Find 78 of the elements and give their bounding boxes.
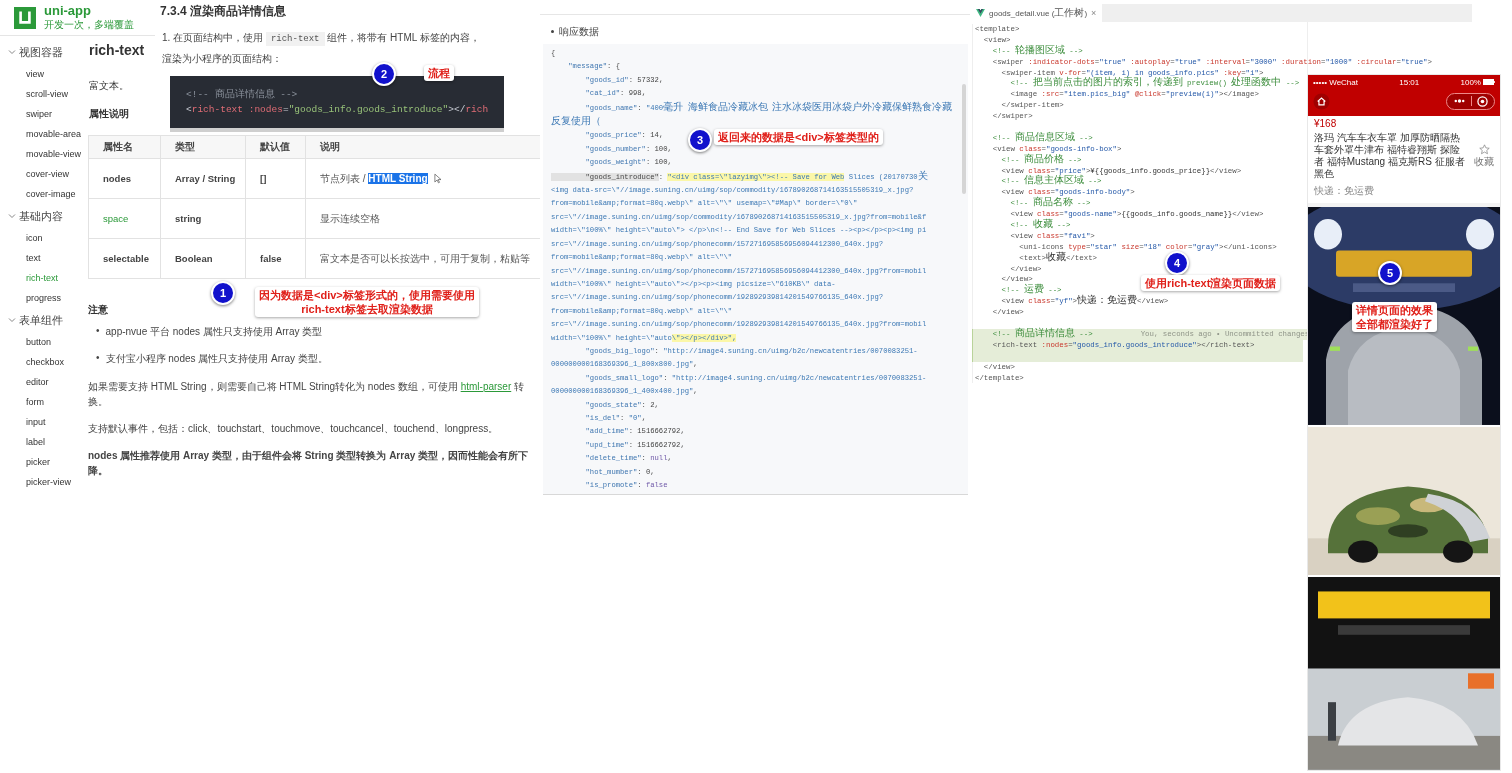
table-cell: 节点列表 / HTML String bbox=[320, 171, 428, 186]
home-icon[interactable] bbox=[1313, 92, 1330, 110]
vue-logo-icon bbox=[976, 9, 985, 17]
nav-item[interactable]: progress bbox=[0, 288, 85, 308]
nav-item[interactable]: button bbox=[0, 332, 85, 352]
table-cell: Array / String bbox=[160, 159, 245, 198]
nav-item[interactable]: cover-image bbox=[0, 184, 85, 204]
bullet-marker: • bbox=[96, 352, 100, 365]
nav-item[interactable]: swiper bbox=[0, 104, 85, 124]
annotation-callout: 因为数据是<div>标签形式的，使用需要使用 rich-text标签去取渲染数据 bbox=[255, 287, 479, 317]
performance-note: nodes 属性推荐使用 Array 类型，由于组件会将 String 类型转换为 Array 类型，因而性能会有所下降。 bbox=[88, 449, 530, 478]
nav-item[interactable]: input bbox=[0, 412, 85, 432]
column-header: 默认值 bbox=[245, 136, 305, 158]
nav-item[interactable]: scroll-view bbox=[0, 84, 85, 104]
html-parser-link[interactable]: html-parser bbox=[460, 381, 512, 392]
step-number-badge: 2 bbox=[372, 62, 396, 86]
notes-heading: 注意 bbox=[88, 303, 108, 317]
brand-name: uni-app bbox=[44, 3, 92, 18]
nav-item[interactable]: editor bbox=[0, 372, 85, 392]
carrier-text: ••••• WeChat bbox=[1313, 77, 1358, 87]
favorite-button[interactable]: 收藏 bbox=[1474, 143, 1494, 169]
response-heading: 响应数据 bbox=[559, 24, 599, 39]
step-number-badge: 1 bbox=[211, 281, 235, 305]
price-text: ¥168 bbox=[1314, 118, 1338, 129]
table-cell: Boolean bbox=[160, 239, 245, 278]
goods-name: 洛玛 汽车车衣车罩 加厚防晒隔热车套外罩牛津布 福特睿翔斯 探险者 福特Mustang 福克斯RS 征服者黑色 bbox=[1314, 132, 1466, 180]
nav-item[interactable]: text bbox=[0, 248, 85, 268]
nav-item[interactable]: movable-area bbox=[0, 124, 85, 144]
nav-item[interactable]: view bbox=[0, 64, 85, 84]
nav-item[interactable]: cover-view bbox=[0, 164, 85, 184]
nav-group[interactable]: 视图容器 bbox=[0, 40, 85, 64]
table-cell: [] bbox=[245, 159, 305, 198]
nav-item[interactable]: icon bbox=[0, 228, 85, 248]
parser-note: 如果需要支持 HTML String，则需要自己将 HTML String转化为 nodes 数组，可使用 html-parser 转换。 bbox=[88, 380, 525, 409]
nav-item[interactable]: picker bbox=[0, 452, 85, 472]
logo-icon bbox=[14, 6, 36, 29]
bullet-text: 支付宝小程序 nodes 属性只支持使用 Array 类型。 bbox=[105, 352, 328, 366]
table-cell: false bbox=[245, 239, 305, 278]
column-header: 说明 bbox=[305, 136, 540, 158]
nav-group[interactable]: 表单组件 bbox=[0, 308, 85, 332]
close-target-icon[interactable] bbox=[1477, 95, 1488, 107]
star-icon bbox=[1478, 143, 1490, 155]
nav-group[interactable]: 基础内容 bbox=[0, 204, 85, 228]
close-tab-button[interactable]: × bbox=[1091, 8, 1097, 18]
nav-item[interactable]: label bbox=[0, 432, 85, 452]
battery-icon bbox=[1483, 79, 1495, 85]
section-heading: 7.3.4 渲染商品详情信息 bbox=[160, 3, 288, 20]
nav-item[interactable]: picker-view bbox=[0, 472, 85, 492]
page-title: rich-text bbox=[89, 42, 146, 58]
chevron-icon bbox=[8, 212, 16, 220]
annotation-callout: 返回来的数据是<div>标签类型的 bbox=[714, 129, 883, 145]
table-cell: 富文本是否可以长按选中，可用于复制，粘贴等 bbox=[320, 251, 530, 266]
shipping-text: 快递：免运费 bbox=[1314, 184, 1375, 198]
nav-item[interactable]: checkbox bbox=[0, 352, 85, 372]
text-cursor-icon bbox=[433, 173, 441, 184]
step-number-badge: 4 bbox=[1165, 251, 1189, 275]
table-cell: string bbox=[160, 199, 245, 238]
events-note: 支持默认事件，包括：click、touchstart、touchmove、touchcancel、touchend、longpress。 bbox=[88, 422, 499, 436]
chevron-icon bbox=[8, 48, 16, 56]
table-cell: nodes bbox=[88, 159, 160, 198]
nav-item[interactable]: rich-text bbox=[0, 268, 85, 288]
clock-text: 15:01 bbox=[1399, 77, 1420, 87]
bullet-marker: • bbox=[96, 325, 100, 338]
chevron-icon bbox=[8, 316, 16, 324]
battery-text: 100% bbox=[1460, 77, 1481, 87]
capsule-menu[interactable] bbox=[1446, 92, 1495, 110]
nav-item[interactable]: movable-view bbox=[0, 144, 85, 164]
brand-slogan: 开发一次，多端覆盖 bbox=[44, 18, 134, 32]
intro-text: 富文本。 bbox=[89, 79, 130, 93]
column-header: 类型 bbox=[160, 136, 245, 158]
props-heading: 属性说明 bbox=[89, 107, 130, 121]
more-icon[interactable] bbox=[1453, 98, 1466, 104]
bullet-text: app-nvue 平台 nodes 属性只支持使用 Array 类型 bbox=[105, 325, 323, 339]
table-cell: 显示连续空格 bbox=[320, 211, 380, 226]
nav-item[interactable]: form bbox=[0, 392, 85, 412]
table-cell[interactable]: space bbox=[88, 199, 160, 238]
column-header: 属性名 bbox=[88, 136, 160, 158]
table-cell: selectable bbox=[88, 239, 160, 278]
